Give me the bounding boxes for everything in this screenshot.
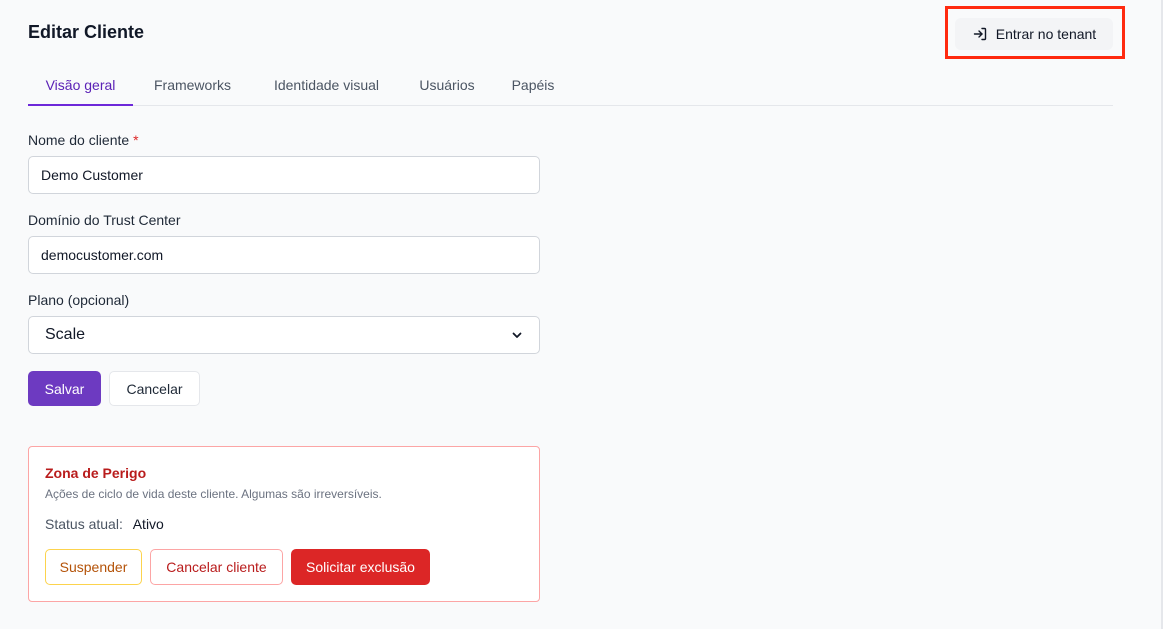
suspend-button[interactable]: Suspender <box>45 549 142 585</box>
cancel-customer-button[interactable]: Cancelar cliente <box>150 549 283 585</box>
tab-users[interactable]: Usuários <box>413 66 481 106</box>
plan-label: Plano (opcional) <box>28 292 130 308</box>
request-deletion-button[interactable]: Solicitar exclusão <box>291 549 430 585</box>
status-label: Status atual: <box>45 516 123 532</box>
plan-selected-value: Scale <box>45 326 86 343</box>
tab-roles[interactable]: Papéis <box>508 66 558 106</box>
login-arrow-icon <box>973 27 986 41</box>
status-value: Ativo <box>132 516 164 532</box>
plan-select[interactable]: Scale <box>28 316 540 354</box>
cancel-button[interactable]: Cancelar <box>109 371 200 406</box>
save-button[interactable]: Salvar <box>28 371 101 406</box>
edit-customer-page: Editar Cliente Entrar no tenant Visão ge… <box>0 0 1163 629</box>
page-title: Editar Cliente <box>28 22 145 42</box>
customer-name-label: Nome do cliente * <box>28 132 139 148</box>
danger-zone-description: Ações de ciclo de vida deste cliente. Al… <box>45 487 382 501</box>
enter-tenant-label: Entrar no tenant <box>995 26 1097 42</box>
danger-zone-panel: Zona de Perigo Ações de ciclo de vida de… <box>28 446 540 602</box>
customer-name-input[interactable] <box>28 156 540 194</box>
current-status: Status atual: Ativo <box>45 516 164 532</box>
tab-frameworks[interactable]: Frameworks <box>145 66 240 106</box>
danger-zone-title: Zona de Perigo <box>45 465 147 481</box>
required-marker: * <box>133 132 139 148</box>
trust-center-domain-label: Domínio do Trust Center <box>28 212 181 228</box>
tab-visual-identity[interactable]: Identidade visual <box>263 66 390 106</box>
tab-bar: Visão geral Frameworks Identidade visual… <box>28 66 1113 106</box>
enter-tenant-button[interactable]: Entrar no tenant <box>955 18 1113 50</box>
chevron-down-icon <box>512 332 522 338</box>
tab-overview[interactable]: Visão geral <box>28 66 133 106</box>
trust-center-domain-input[interactable] <box>28 236 540 274</box>
